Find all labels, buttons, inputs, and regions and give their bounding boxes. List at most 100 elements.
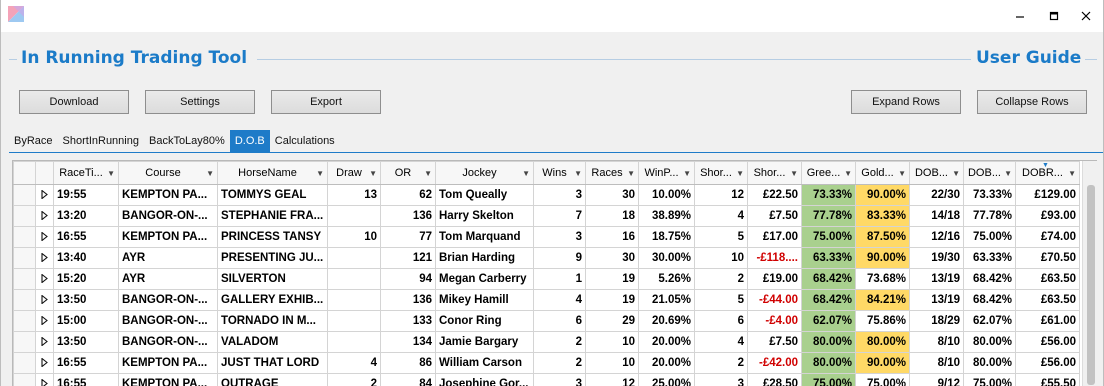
expand-row-icon[interactable] (35, 352, 54, 374)
column-header[interactable]: RaceTi... ▼ (53, 161, 119, 185)
column-header[interactable]: Jockey ▼ (435, 161, 534, 185)
filter-icon[interactable]: ▼ (683, 169, 691, 178)
filter-icon[interactable]: ▼ (206, 169, 214, 178)
download-button[interactable]: Download (19, 90, 129, 114)
export-button[interactable]: Export (271, 90, 381, 114)
row-header[interactable] (13, 352, 36, 374)
table-header-row: RaceTi... ▼ Course ▼ HorseName ▼ Draw ▼ OR ▼ Jocke… (13, 161, 1080, 185)
filter-icon[interactable]: ▼ (574, 169, 582, 178)
row-header[interactable] (13, 205, 36, 227)
column-header[interactable]: DOB... ▼ (909, 161, 964, 185)
tab-shortinrunning[interactable]: ShortInRunning (58, 130, 144, 152)
table-cell: 75.00% (801, 373, 856, 386)
table-cell: 13/19 (909, 289, 964, 311)
filter-icon[interactable]: ▼ (898, 169, 906, 178)
expand-row-icon[interactable] (35, 268, 54, 290)
table-cell: 136 (380, 205, 436, 227)
table-cell: KEMPTON PA... (118, 373, 218, 386)
table-cell: 73.68% (855, 268, 910, 290)
expand-rows-button[interactable]: Expand Rows (851, 90, 961, 114)
maximize-button[interactable] (1037, 0, 1071, 32)
table-row[interactable]: 13:40 AYR PRESENTING JU... 121 Brian Harding… (13, 247, 1080, 269)
table-cell (327, 310, 381, 332)
row-header[interactable] (13, 184, 36, 206)
tab-byrace[interactable]: ByRace (9, 130, 58, 152)
expand-row-icon[interactable] (35, 247, 54, 269)
row-header[interactable] (13, 331, 36, 353)
column-header[interactable]: DOBR... ▼ ▼ (1015, 161, 1080, 185)
column-header[interactable]: Shor... ▼ (747, 161, 802, 185)
tab-calculations[interactable]: Calculations (270, 130, 340, 152)
column-header[interactable]: Draw ▼ (327, 161, 381, 185)
table-cell: 18 (585, 205, 639, 227)
expand-row-icon[interactable] (35, 226, 54, 248)
column-header[interactable]: OR ▼ (380, 161, 436, 185)
table-cell: STEPHANIE FRA... (217, 205, 328, 227)
table-row[interactable]: 16:55 KEMPTON PA... PRINCESS TANSY 10 77 Tom … (13, 226, 1080, 248)
row-header[interactable] (13, 247, 36, 269)
expand-row-icon[interactable] (35, 289, 54, 311)
table-row[interactable]: 15:00 BANGOR-ON-... TORNADO IN M... 133 Cono… (13, 310, 1080, 332)
table-row[interactable]: 13:20 BANGOR-ON-... STEPHANIE FRA... 136 Har… (13, 205, 1080, 227)
column-header[interactable]: Gree... ▼ (801, 161, 856, 185)
column-header[interactable]: Gold... ▼ (855, 161, 910, 185)
column-header[interactable]: Wins ▼ (533, 161, 586, 185)
vertical-scrollbar[interactable] (1082, 161, 1098, 386)
row-header[interactable] (13, 268, 36, 290)
title-divider (257, 59, 971, 60)
table-cell: 25.00% (638, 373, 695, 386)
table-cell: 75.00% (855, 373, 910, 386)
expand-row-icon[interactable] (35, 373, 54, 386)
expand-row-icon[interactable] (35, 205, 54, 227)
filter-icon[interactable]: ▼ (424, 169, 432, 178)
table-row[interactable]: 13:50 BANGOR-ON-... VALADOM 134 Jamie Bargar… (13, 331, 1080, 353)
filter-icon[interactable]: ▼ (952, 169, 960, 178)
expand-row-icon[interactable] (35, 310, 54, 332)
tab-backtolay80[interactable]: BackToLay80% (144, 130, 230, 152)
expand-row-icon[interactable] (35, 331, 54, 353)
filter-icon[interactable]: ▼ (627, 169, 635, 178)
column-header[interactable]: Shor... ▼ (694, 161, 748, 185)
table-row[interactable]: 19:55 KEMPTON PA... TOMMYS GEAL 13 62 Tom Que… (13, 184, 1080, 206)
column-header[interactable]: Races ▼ (585, 161, 639, 185)
settings-button[interactable]: Settings (145, 90, 255, 114)
table-cell: -£4.00 (747, 310, 802, 332)
table-cell: 62 (380, 184, 436, 206)
table-row[interactable]: 13:50 BANGOR-ON-... GALLERY EXHIB... 136 Mik… (13, 289, 1080, 311)
column-header[interactable]: Course ▼ (118, 161, 218, 185)
table-cell: 75.00% (963, 226, 1016, 248)
scrollbar-thumb[interactable] (1087, 185, 1095, 385)
row-header[interactable] (13, 373, 36, 386)
table-cell: 9/12 (909, 373, 964, 386)
row-header[interactable] (13, 226, 36, 248)
filter-icon[interactable]: ▼ (1068, 169, 1076, 178)
row-header[interactable] (13, 289, 36, 311)
collapse-rows-button[interactable]: Collapse Rows (977, 90, 1087, 114)
close-button[interactable] (1069, 0, 1103, 32)
table-row[interactable]: 16:55 KEMPTON PA... JUST THAT LORD 4 86 Willi… (13, 352, 1080, 374)
filter-icon[interactable]: ▼ (844, 169, 852, 178)
filter-icon[interactable]: ▼ (790, 169, 798, 178)
tab-dob[interactable]: D.O.B (229, 130, 270, 152)
table-row[interactable]: 16:55 KEMPTON PA... OUTRAGE 2 84 Josephine Go… (13, 373, 1080, 386)
filter-icon[interactable]: ▼ (522, 169, 530, 178)
table-cell: Conor Ring (435, 310, 534, 332)
column-header[interactable]: HorseName ▼ (217, 161, 328, 185)
table-cell: £22.50 (747, 184, 802, 206)
table-cell: 62.07% (801, 310, 856, 332)
table-cell: 29 (585, 310, 639, 332)
expand-row-icon[interactable] (35, 184, 54, 206)
column-header[interactable]: WinP... ▼ (638, 161, 695, 185)
filter-icon[interactable]: ▼ (316, 169, 324, 178)
filter-icon[interactable]: ▼ (1004, 169, 1012, 178)
filter-icon[interactable]: ▼ (736, 169, 744, 178)
minimize-button[interactable] (1003, 0, 1037, 32)
table-row[interactable]: 15:20 AYR SILVERTON 94 Megan Carberry 1 19 5.26… (13, 268, 1080, 290)
filter-icon[interactable]: ▼ (369, 169, 377, 178)
filter-icon[interactable]: ▼ (107, 169, 115, 178)
table-cell: 68.42% (963, 268, 1016, 290)
table-cell: 63.33% (963, 247, 1016, 269)
row-header[interactable] (13, 310, 36, 332)
column-header[interactable]: DOB... ▼ (963, 161, 1016, 185)
user-guide-link[interactable]: User Guide (976, 48, 1081, 68)
